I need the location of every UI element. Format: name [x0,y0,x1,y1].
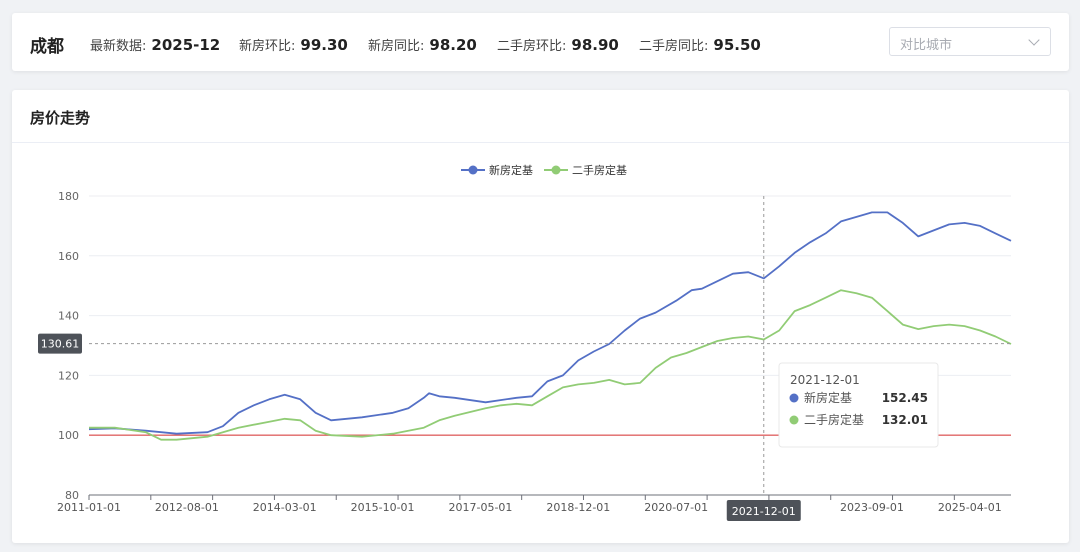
y-tick-label: 120 [58,369,79,382]
x-tick-label: 2011-01-01 [57,501,121,514]
stat-label: 二手房环比: [497,39,567,54]
x-tick-label: 2020-07-01 [644,501,708,514]
x-tick-label: 2012-08-01 [155,501,219,514]
tooltip-date: 2021-12-01 [790,373,860,387]
compare-city-placeholder: 对比城市 [900,38,953,53]
tooltip-value: 132.01 [882,413,928,427]
stat-second-yoy: 二手房同比: 95.50 [639,35,761,54]
y-tick-label: 180 [58,190,79,203]
price-trend-panel: 房价走势 80 100 120 140 160 180 2011-01-01 2012-08-… [12,90,1069,543]
stat-new-yoy: 新房同比: 98.20 [368,35,477,54]
legend-label: 新房定基 [489,163,533,177]
y-tick-label: 140 [58,310,79,323]
x-tick-label: 2015-10-01 [351,501,415,514]
stat-value: 2025-12 [151,36,221,54]
crosshair-y-label: 130.61 [41,338,80,351]
y-tick-label: 100 [58,429,79,442]
stat-value: 99.30 [300,36,348,54]
tooltip-value: 152.45 [882,391,928,405]
city-name: 成都 [30,37,64,57]
compare-city-select[interactable]: 对比城市 [889,27,1051,56]
x-tick-label: 2025-04-01 [938,501,1002,514]
stat-label: 新房环比: [239,39,296,54]
summary-bar: 成都 最新数据: 2025-12 新房环比: 99.30 新房同比: 98.20 二手… [12,13,1069,71]
stat-value: 95.50 [713,36,761,54]
tooltip-series-name: 新房定基 [804,390,852,405]
stat-second-mom: 二手房环比: 98.90 [497,35,619,54]
y-tick-label: 160 [58,250,79,263]
chevron-down-icon [1028,34,1040,46]
crosshair-x-label: 2021-12-01 [732,505,796,518]
x-tick-label: 2023-09-01 [840,501,904,514]
stat-label: 二手房同比: [639,39,709,54]
x-tick-label: 2014-03-01 [253,501,317,514]
stat-label: 新房同比: [368,39,425,54]
tooltip-marker [789,393,799,403]
legend-label: 二手房定基 [572,163,627,177]
x-tick-label: 2018-12-01 [546,501,610,514]
stat-label: 最新数据: [90,39,147,54]
legend-marker [551,165,561,175]
stat-new-mom: 新房环比: 99.30 [239,35,348,54]
x-tick-label: 2017-05-01 [448,501,512,514]
stat-value: 98.90 [571,36,619,54]
tooltip-marker [789,415,799,425]
chart-tooltip: 2021-12-01 新房定基 152.45 二手房定基 132.01 [778,362,939,448]
stat-latest-data: 最新数据: 2025-12 [90,35,220,54]
legend-marker [468,165,478,175]
price-trend-chart[interactable]: 801001201401601802011-01-01 2012-08-01 201… [12,90,1069,543]
tooltip-series-name: 二手房定基 [804,412,864,427]
stat-value: 98.20 [429,36,477,54]
